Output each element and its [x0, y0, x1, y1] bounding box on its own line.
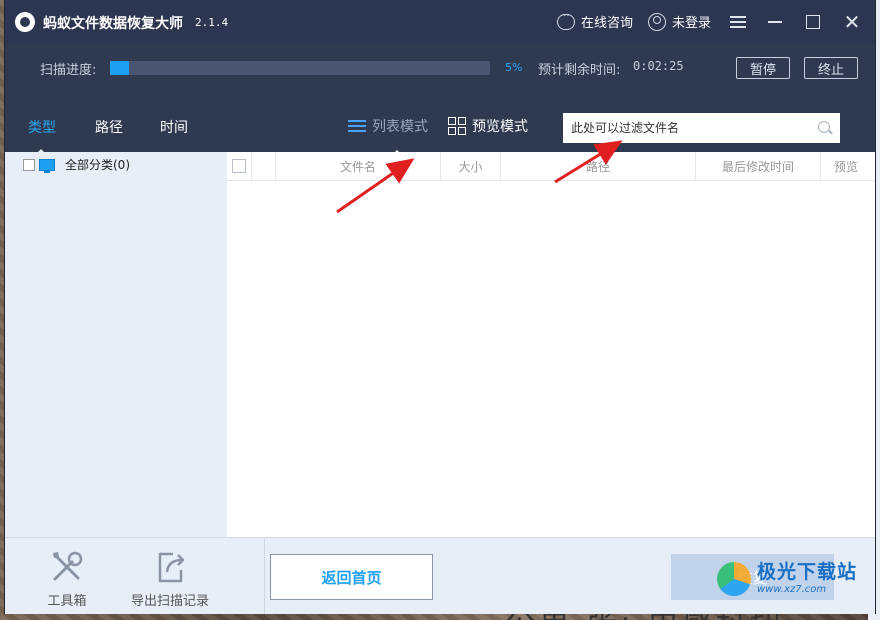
maximize-icon[interactable] — [803, 12, 823, 32]
export-scan-record-button[interactable]: 导出扫描记录 — [123, 548, 217, 609]
app-logo-icon — [15, 12, 35, 32]
chat-icon — [557, 11, 575, 30]
table-header: 文件名 大小 路径 最后修改时间 预览 — [227, 152, 875, 181]
pause-button[interactable]: 暂停 — [736, 57, 790, 79]
watermark-name: 极光下载站 — [757, 561, 858, 583]
login-button[interactable]: 未登录 — [648, 12, 711, 31]
menu-icon[interactable] — [728, 12, 748, 32]
monitor-icon — [39, 158, 55, 173]
list-mode-label: 列表模式 — [372, 119, 428, 135]
preview-mode-label: 预览模式 — [472, 119, 528, 135]
column-filename[interactable]: 文件名 — [276, 152, 441, 180]
watermark-text: 极光下载站 www.xz7.com — [757, 563, 857, 595]
search-icon[interactable] — [818, 121, 830, 133]
online-consult-label: 在线咨询 — [581, 16, 634, 31]
login-label: 未登录 — [672, 16, 712, 31]
watermark-logo-icon — [717, 562, 751, 596]
tree-item-all-categories[interactable]: 全部分类(0) — [23, 156, 130, 173]
scan-progress-label: 扫描进度: — [40, 63, 97, 78]
tab-time[interactable]: 时间 — [160, 117, 188, 137]
title-bar: 蚂蚁文件数据恢复大师 2.1.4 在线咨询 未登录 ✕ — [5, 0, 875, 44]
column-size[interactable]: 大小 — [441, 152, 501, 180]
remaining-time-value: 0:02:25 — [633, 59, 684, 73]
app-version: 2.1.4 — [195, 16, 229, 29]
online-consult-button[interactable]: 在线咨询 — [557, 11, 634, 31]
column-modified-time[interactable]: 最后修改时间 — [696, 152, 821, 180]
category-sidebar: 全部分类(0) — [5, 152, 227, 537]
toolbox-button[interactable]: 工具箱 — [37, 548, 97, 609]
app-window: 蚂蚁文件数据恢复大师 2.1.4 在线咨询 未登录 ✕ 扫描进度: 5% 预计剩… — [5, 0, 875, 614]
toolbox-label: 工具箱 — [47, 594, 87, 609]
view-tabs-row: 类型 路径 时间 列表模式 预览模式 — [5, 84, 875, 157]
preview-mode-button[interactable]: 预览模式 — [448, 116, 528, 136]
scan-progress-row: 扫描进度: 5% 预计剩余时间: 0:02:25 暂停 终止 — [5, 44, 875, 127]
column-path[interactable]: 路径 — [501, 152, 696, 180]
column-preview[interactable]: 预览 — [821, 152, 871, 180]
grid-icon — [448, 117, 466, 135]
site-watermark: 极光下载站 www.xz7.com — [717, 562, 857, 596]
filename-filter-input[interactable] — [569, 120, 803, 136]
scan-progress-percent: 5% — [505, 61, 523, 74]
tab-path[interactable]: 路径 — [95, 117, 123, 137]
select-all-checkbox[interactable] — [232, 159, 246, 173]
list-mode-button[interactable]: 列表模式 — [348, 116, 428, 157]
filename-filter — [563, 113, 840, 143]
user-icon — [648, 12, 666, 31]
tree-item-label: 全部分类(0) — [65, 158, 130, 172]
all-categories-checkbox[interactable] — [23, 158, 35, 171]
close-icon[interactable]: ✕ — [842, 12, 862, 32]
export-icon — [158, 552, 185, 583]
scan-progress-bar — [110, 61, 490, 75]
tab-type[interactable]: 类型 — [28, 117, 56, 156]
export-scan-record-label: 导出扫描记录 — [130, 594, 209, 609]
app-title: 蚂蚁文件数据恢复大师 — [43, 16, 183, 32]
file-table: 文件名 大小 路径 最后修改时间 预览 — [227, 152, 875, 537]
scan-progress-fill — [110, 61, 129, 75]
stop-button[interactable]: 终止 — [804, 57, 858, 79]
toolbox-icon — [53, 551, 83, 581]
list-icon — [348, 119, 366, 133]
return-home-button[interactable]: 返回首页 — [270, 554, 433, 600]
watermark-url: www.xz7.com — [757, 584, 827, 595]
select-all-column — [227, 152, 252, 180]
remaining-time-label: 预计剩余时间: — [538, 63, 621, 78]
minimize-icon[interactable] — [765, 12, 785, 32]
blank-column — [252, 152, 276, 180]
divider — [264, 538, 265, 614]
